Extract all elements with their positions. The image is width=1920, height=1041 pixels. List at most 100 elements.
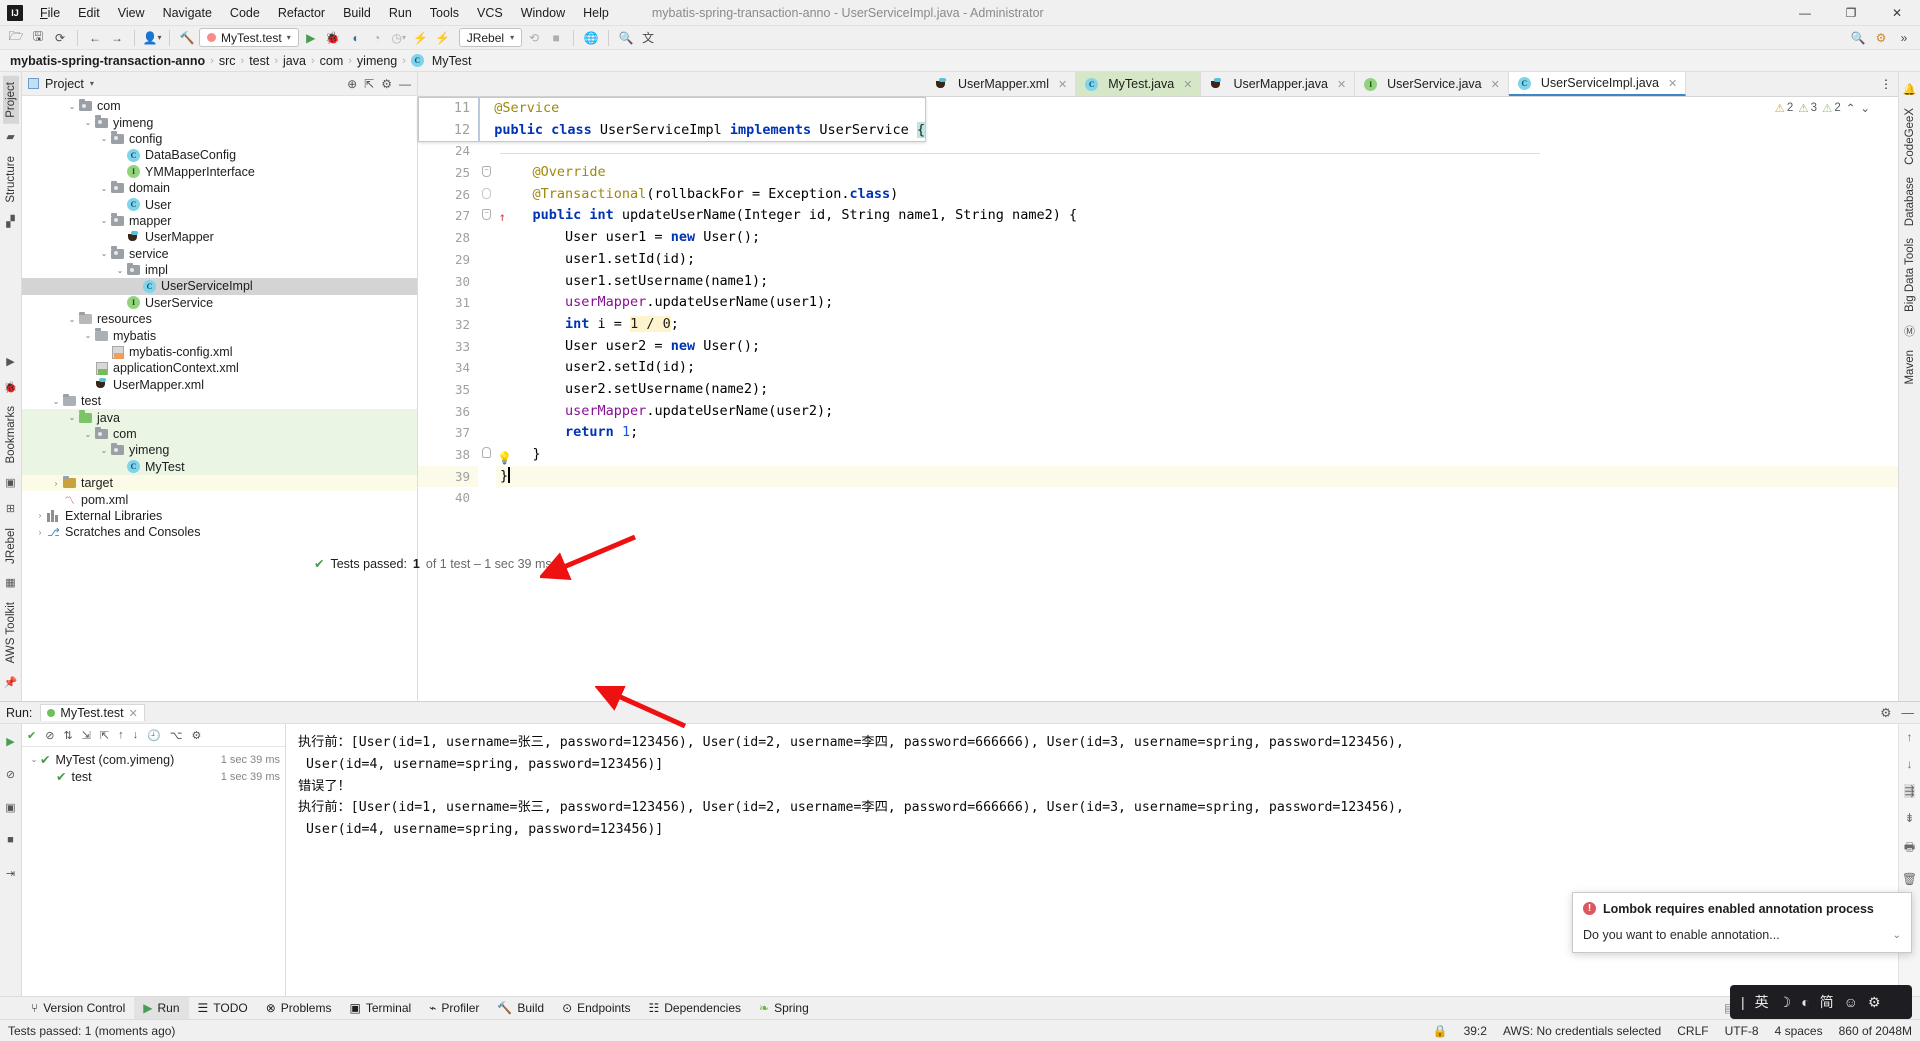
fold-marker[interactable] [478, 336, 496, 358]
fold-marker[interactable] [478, 314, 496, 336]
scroll-down-icon[interactable]: ↓ [1907, 757, 1913, 771]
tree-expand-arrow[interactable]: ⌄ [50, 397, 62, 406]
tree-item-usermapper[interactable]: · UserMapper [22, 229, 417, 245]
menu-help[interactable]: Help [574, 3, 618, 23]
tree-item-usermapper-xml[interactable]: · UserMapper.xml [22, 377, 417, 393]
hide-panel-icon[interactable]: — [1902, 706, 1915, 720]
close-icon[interactable]: ✕ [1491, 78, 1500, 91]
code-line[interactable] [496, 487, 1898, 509]
code-line[interactable]: int i = 1 / 0; [496, 314, 1898, 336]
breadcrumb-mytest[interactable]: MyTest [428, 54, 476, 68]
fold-marker[interactable] [478, 227, 496, 249]
rerun-icon[interactable]: ▶ [2, 732, 20, 750]
tree-item-mytest[interactable]: ·C MyTest [22, 458, 417, 475]
fold-marker[interactable] [478, 249, 496, 271]
history-icon[interactable]: ⊞ [2, 500, 20, 518]
tree-expand-arrow[interactable]: ⌄ [98, 216, 110, 225]
chevron-down-icon[interactable]: ▾ [90, 79, 94, 88]
tree-expand-arrow[interactable]: · [114, 462, 126, 471]
ime-mode-label[interactable]: 英 [1755, 992, 1769, 1012]
breadcrumb-test[interactable]: test [245, 54, 273, 68]
tree-expand-arrow[interactable]: · [50, 495, 62, 504]
code-line[interactable]: return 1; [496, 422, 1898, 444]
run-coverage-icon[interactable]: ◖ [345, 28, 365, 48]
next-icon[interactable]: ↓ [133, 729, 139, 741]
bottom-build[interactable]: 🔨 Build [488, 997, 553, 1020]
tree-item-pom-xml[interactable]: ·〽 pom.xml [22, 491, 417, 508]
typo-count[interactable]: ⚠ 2 [1822, 101, 1841, 115]
fold-marker[interactable] [478, 379, 496, 401]
notification-action-link[interactable]: Do you want to enable annotation... [1583, 928, 1780, 942]
camera-icon[interactable]: ▣ [2, 798, 20, 816]
breadcrumb-yimeng[interactable]: yimeng [353, 54, 401, 68]
breadcrumb-com[interactable]: com [316, 54, 348, 68]
test-tree-rows[interactable]: ⌄ ✔ MyTest (com.yimeng) 1 sec 39 ms ✔ test 1 s… [22, 751, 285, 785]
menu-refactor[interactable]: Refactor [269, 3, 334, 23]
close-icon[interactable]: ✕ [1337, 78, 1346, 91]
weak-warning-count[interactable]: ⚠ 3 [1798, 101, 1817, 115]
settings-gear-icon[interactable]: ⚙ [381, 77, 392, 91]
tree-expand-arrow[interactable]: ⌄ [98, 184, 110, 193]
editor-tab-usermapper-java[interactable]: UserMapper.java ✕ [1201, 72, 1356, 96]
line-number[interactable]: 25 [418, 162, 478, 184]
breadcrumb-java[interactable]: java [279, 54, 310, 68]
fold-marker[interactable] [478, 422, 496, 444]
print-icon[interactable]: 🖶 [1904, 838, 1915, 859]
tree-expand-arrow[interactable]: · [114, 151, 126, 160]
more-tabs-icon[interactable]: ⋮ [1880, 77, 1892, 91]
open-folder-icon[interactable]: 🗁 [6, 28, 26, 48]
tree-expand-arrow[interactable]: ⌄ [98, 446, 110, 455]
close-icon[interactable]: ✕ [129, 707, 138, 720]
tree-expand-arrow[interactable]: · [98, 348, 110, 357]
forward-arrow-icon[interactable]: → [107, 28, 127, 48]
bottom-todo[interactable]: ☰ TODO [189, 997, 257, 1020]
line-number[interactable]: 37 [418, 422, 478, 444]
prev-icon[interactable]: ↑ [118, 729, 124, 741]
code-line[interactable]: user1.setUsername(name1); [496, 271, 1898, 293]
tree-item-applicationcontext-xml[interactable]: · applicationContext.xml [22, 360, 417, 376]
run-console-output[interactable]: 执行前：[User(id=1, username=张三, password=12… [286, 724, 1898, 996]
line-number[interactable]: 36 [418, 401, 478, 423]
scroll-up-icon[interactable]: ↑ [1907, 730, 1913, 744]
ime-bar-handle[interactable]: | [1741, 994, 1745, 1010]
test-tree-row[interactable]: ⌄ ✔ MyTest (com.yimeng) 1 sec 39 ms [22, 751, 285, 768]
notification-popup[interactable]: ! Lombok requires enabled annotation pro… [1572, 892, 1912, 953]
code-line[interactable]: user1.setId(id); [496, 249, 1898, 271]
fold-marker[interactable] [478, 140, 496, 162]
locate-file-icon[interactable]: ⊕ [347, 77, 357, 91]
build-hammer-icon[interactable]: 🔨 [177, 28, 197, 48]
file-encoding[interactable]: UTF-8 [1725, 1024, 1759, 1038]
back-arrow-icon[interactable]: ← [85, 28, 105, 48]
stop-icon[interactable]: ■ [546, 28, 566, 48]
minimize-button[interactable]: — [1782, 0, 1828, 26]
inspections-widget[interactable]: ⚠ 2 ⚠ 3 ⚠ 2 ⌃ ⌄ [1775, 101, 1870, 115]
tree-item-com[interactable]: ⌄ com [22, 425, 417, 443]
tree-expand-arrow[interactable]: ⌄ [66, 102, 78, 111]
editor-tab-mytest-java[interactable]: C MyTest.java ✕ [1076, 72, 1202, 96]
tree-item-target[interactable]: › target [22, 474, 417, 492]
line-separator[interactable]: CRLF [1677, 1024, 1708, 1038]
menu-navigate[interactable]: Navigate [154, 3, 221, 23]
menu-code[interactable]: Code [221, 3, 269, 23]
rerun-failed-icon[interactable]: ⊘ [2, 765, 20, 783]
rail-database-button[interactable]: Database [1902, 171, 1918, 232]
tree-expand-arrow[interactable]: ⌄ [82, 331, 94, 340]
line-number[interactable]: 35 [418, 379, 478, 401]
fold-marker[interactable] [478, 271, 496, 293]
tree-item-config[interactable]: ⌄ config [22, 131, 417, 147]
menu-build[interactable]: Build [334, 3, 380, 23]
tree-item-impl[interactable]: ⌄ impl [22, 262, 417, 278]
bottom-version-control[interactable]: ⑂ Version Control [22, 997, 134, 1020]
ime-moon-icon[interactable]: ☽ [1779, 994, 1792, 1011]
filter-icon[interactable]: ⌥ [170, 729, 183, 742]
run-with-icon[interactable]: ◷ ▾ [389, 28, 409, 48]
line-number[interactable]: 26 [418, 184, 478, 206]
tree-expand-arrow[interactable]: ⌄ [66, 315, 78, 324]
ime-simplified-label[interactable]: 简 [1820, 992, 1834, 1012]
run-tab[interactable]: MyTest.test ✕ [40, 704, 145, 721]
expand-toolbar-icon[interactable]: » [1894, 28, 1914, 48]
bottom-run[interactable]: ▶ Run [134, 996, 189, 1020]
caret-position[interactable]: 39:2 [1464, 1024, 1487, 1038]
line-number[interactable]: 40 [418, 487, 478, 509]
code-line[interactable]: userMapper.updateUserName(user2); [496, 401, 1898, 423]
